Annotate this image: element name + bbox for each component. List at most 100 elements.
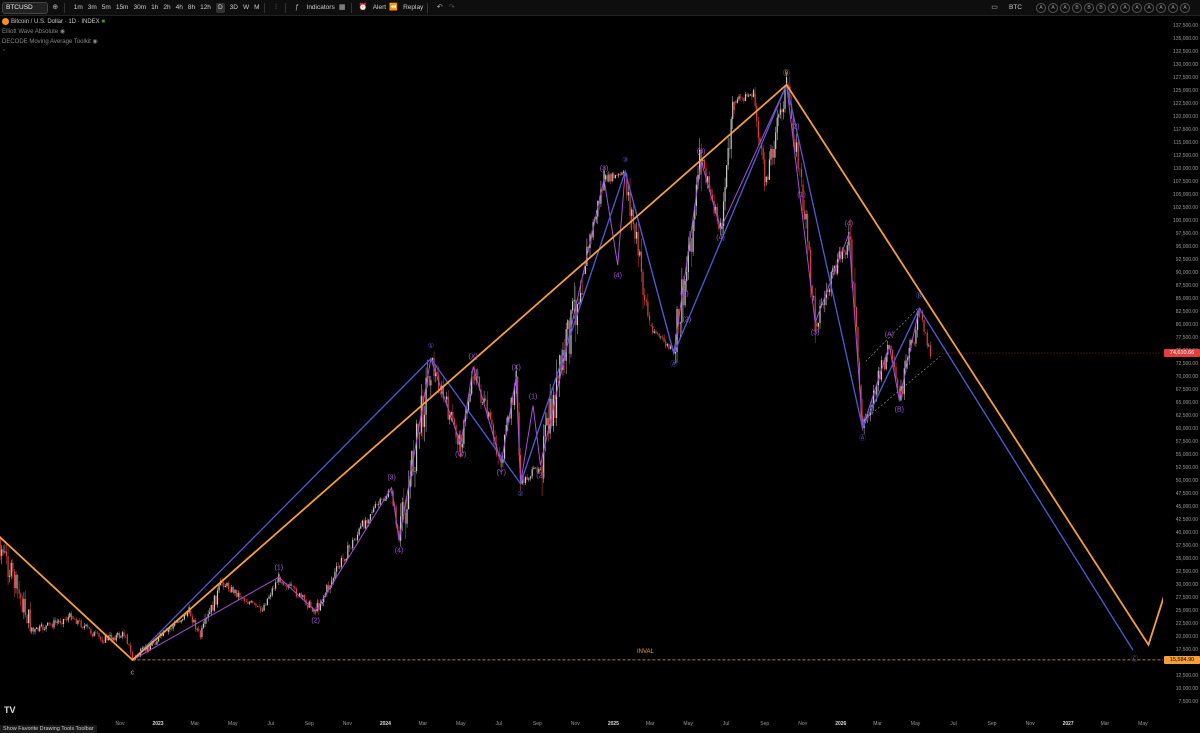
watchlist-circle[interactable]: A (1144, 2, 1154, 13)
purple-wave-label: (B) (894, 406, 904, 414)
timeframe-d[interactable]: D (215, 2, 225, 13)
price-tick-label: 112,500.00 (1173, 153, 1198, 159)
alert-button[interactable]: Alert (373, 3, 386, 13)
timeframe-5m[interactable]: 5m (102, 3, 111, 13)
candle-body (645, 300, 647, 302)
candle-body (261, 610, 264, 612)
candle-body (608, 174, 610, 182)
candle-body (741, 97, 743, 99)
toolbar-separator (263, 2, 265, 13)
price-chart[interactable] (0, 15, 1163, 717)
candle-body (752, 89, 755, 97)
candle-body (374, 504, 376, 508)
price-tick-label: 82,500.00 (1175, 309, 1198, 315)
timeframe-m[interactable]: M (254, 3, 259, 13)
candle-body (23, 598, 25, 613)
alert-icon[interactable]: ⏰ (359, 3, 368, 12)
candle-body (571, 301, 574, 311)
watchlist-circle[interactable]: B (1084, 2, 1094, 13)
watchlist-circle[interactable]: A (1108, 2, 1118, 13)
layout-icon[interactable]: ▭ (990, 3, 999, 12)
timeframe-w[interactable]: W (243, 3, 249, 13)
candle-body (256, 606, 259, 607)
timeframe-12h[interactable]: 12h (200, 3, 211, 13)
candle-body (523, 478, 525, 483)
candle-body (485, 398, 487, 401)
timeframe-30m[interactable]: 30m (133, 3, 146, 13)
redo-icon[interactable]: ↷ (447, 3, 456, 12)
price-tick-label: 55,000.00 (1175, 452, 1198, 458)
candle-body (339, 566, 341, 568)
add-symbol-icon[interactable]: ⊕ (51, 3, 60, 12)
price-tick-label: 72,500.00 (1175, 361, 1198, 367)
watchlist-circle[interactable]: A (1168, 2, 1178, 13)
candle-body (169, 628, 171, 630)
watchlist-circle[interactable]: A (1132, 2, 1142, 13)
candle-body (366, 520, 368, 524)
candle-body (37, 627, 39, 631)
price-tick-label: 130,000.00 (1172, 62, 1198, 68)
candle-body (58, 620, 60, 622)
candle-body (7, 556, 9, 578)
price-axis[interactable]: 7,500.0010,000.0012,500.0015,000.0017,50… (1163, 15, 1200, 715)
replay-icon[interactable]: ⏪ (389, 3, 398, 12)
status-bar-text[interactable]: Show Favorite Drawing Tools Toolbar (0, 725, 97, 733)
timeframe-4h[interactable]: 4h (176, 3, 183, 13)
time-tick-label: Mar (190, 721, 200, 727)
price-tick-label: 110,000.00 (1173, 166, 1198, 172)
watchlist-circle[interactable]: B (1072, 2, 1082, 13)
price-tick-label: 67,500.00 (1175, 387, 1198, 393)
price-tick-label: 50,000.00 (1175, 478, 1198, 484)
timeframe-3m[interactable]: 3m (88, 3, 97, 13)
time-tick-label: Mar (873, 721, 882, 727)
candle-body (198, 628, 200, 631)
candle-body (733, 101, 735, 110)
time-tick-label: May (683, 721, 693, 727)
candle-body (286, 585, 288, 588)
indicators-button[interactable]: Indicators (307, 3, 335, 13)
candle-body (803, 210, 806, 220)
price-tick-label: 125,000.00 (1172, 88, 1198, 94)
watchlist-circle[interactable]: A (1048, 2, 1058, 13)
timeframe-1m[interactable]: 1m (74, 3, 83, 13)
candle-body (567, 320, 569, 330)
candle-body (808, 241, 810, 251)
replay-button[interactable]: Replay (403, 3, 423, 13)
candle-style-icon[interactable]: ⫶ (272, 3, 281, 12)
candle-body (635, 232, 638, 239)
timeframe-1h[interactable]: 1h (151, 3, 158, 13)
watchlist-circle[interactable]: B (1096, 2, 1106, 13)
watchlist-circle[interactable]: A (1180, 2, 1190, 13)
timeframe-3d[interactable]: 3D (230, 3, 238, 13)
watchlist-circle[interactable]: A (1156, 2, 1166, 13)
candle-body (797, 142, 799, 169)
candle-body (369, 514, 372, 520)
indicators-icon[interactable]: ƒ (293, 3, 302, 12)
candle-body (724, 187, 726, 202)
timeframe-15m[interactable]: 15m (116, 3, 129, 13)
blue-wave-label: ③ (622, 156, 629, 164)
undo-icon[interactable]: ↶ (435, 3, 444, 12)
candle-body (350, 547, 352, 549)
purple-wave-label: (2) (682, 316, 692, 324)
watchlist-circle[interactable]: A (1036, 2, 1046, 13)
watchlist-circle[interactable]: A (1060, 2, 1070, 13)
symbol-search[interactable]: BTCUSD (2, 1, 48, 14)
candle-body (757, 120, 759, 138)
templates-icon[interactable]: ▦ (338, 3, 347, 12)
candle-body (890, 345, 892, 351)
candle-body (154, 643, 156, 645)
candle-body (452, 411, 454, 420)
watchlist-circle[interactable]: A (1120, 2, 1130, 13)
watch-symbol[interactable]: BTC (1009, 4, 1022, 11)
time-axis[interactable]: Nov 2023 Mar May Jul Sep Nov 2024 Mar May Jul Sep No… (0, 717, 1163, 733)
candle-body (779, 109, 781, 115)
timeframe-2h[interactable]: 2h (163, 3, 170, 13)
candle-body (45, 625, 47, 629)
candle-body (321, 601, 323, 605)
candle-body (472, 376, 474, 378)
timeframe-8h[interactable]: 8h (188, 3, 195, 13)
orange-wave-label: c (130, 669, 135, 677)
candle-body (557, 375, 559, 379)
toolbar-separator (63, 2, 65, 13)
